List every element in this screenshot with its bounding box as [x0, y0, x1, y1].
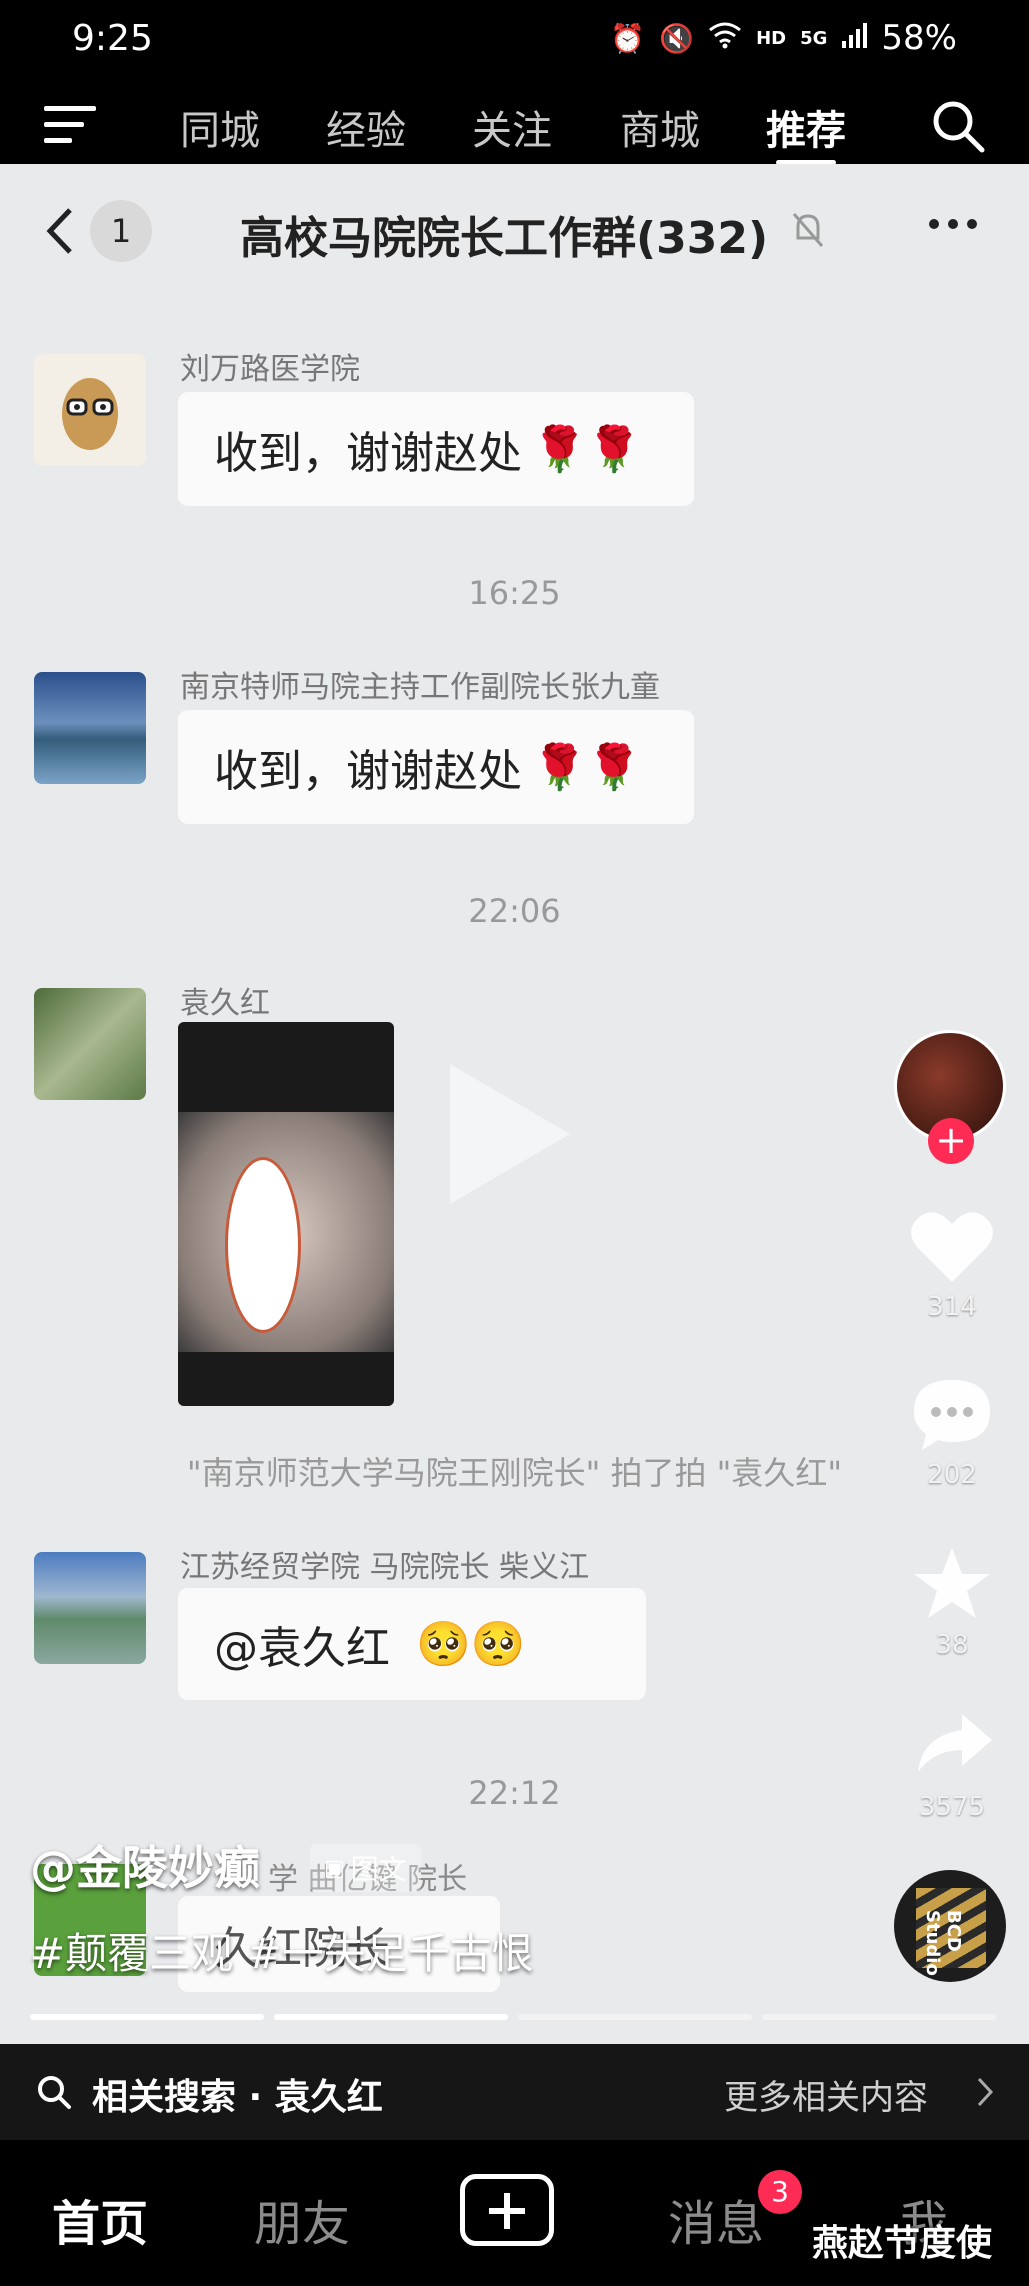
message-text: 收到，谢谢赵处 [214, 428, 522, 479]
progress-segment [274, 2014, 508, 2020]
create-post-button[interactable] [460, 2174, 554, 2246]
tab-guanzhu[interactable]: 关注 [472, 98, 552, 156]
back-icon [44, 206, 74, 260]
unread-count-badge: 1 [90, 200, 152, 262]
tab-jingyan[interactable]: 经验 [326, 98, 406, 156]
bottom-nav: 首页 朋友 消息 3 我 燕赵节度使 [0, 2140, 1029, 2286]
comment-count: 202 [927, 1460, 977, 1490]
tab-home[interactable]: 首页 [52, 2184, 148, 2254]
watermark: 燕赵节度使 [812, 2223, 993, 2264]
mute-bell-icon [790, 210, 826, 254]
hashtags[interactable]: #颠覆三观 #一失足千古恨 [30, 1920, 534, 1981]
status-bar: 9:25 ⏰ 🔇 HD 5G 58% [0, 0, 1029, 76]
post-type-badge: ▣ 图文 [310, 1844, 421, 1892]
music-disc[interactable]: BCD Studio [894, 1870, 1006, 1982]
system-notice: "南京师范大学马院王刚院长" 拍了拍 "袁久红" [186, 1454, 843, 1492]
sender-name: 江苏经贸学院 马院院长 柴义江 [180, 1550, 590, 1585]
video-thumbnail [178, 1022, 394, 1406]
tab-friends[interactable]: 朋友 [254, 2184, 350, 2254]
avatar [34, 988, 146, 1100]
message-bubble: @袁久红 🥺🥺 [178, 1588, 646, 1700]
timestamp: 22:06 [468, 892, 561, 930]
face-emoji: 🥺🥺 [416, 1619, 526, 1670]
like-count: 314 [927, 1292, 977, 1322]
progress-segment [518, 2014, 752, 2020]
search-icon[interactable] [930, 98, 986, 158]
tab-messages[interactable]: 消息 [668, 2184, 764, 2254]
tab-tongcheng[interactable]: 同城 [180, 98, 260, 156]
signal-icon [841, 18, 868, 58]
related-search-label: 相关搜索 · 袁久红 [92, 2068, 383, 2120]
more-icon [928, 216, 978, 235]
alarm-icon: ⏰ [610, 21, 646, 55]
author-handle[interactable]: @金陵妙癫 [30, 1832, 260, 1898]
status-time: 9:25 [72, 18, 153, 59]
related-keyword: 袁久红 [274, 2077, 383, 2118]
comment-icon[interactable] [910, 1376, 994, 1456]
post-image[interactable]: 1 高校马院院长工作群(332) 刘万路医学院 收到，谢谢赵处 🌹🌹 16:25… [0, 164, 1029, 2044]
hd-label: HD [756, 27, 787, 49]
related-search-bar[interactable]: 相关搜索 · 袁久红 更多相关内容 [0, 2044, 1029, 2140]
avatar [34, 1552, 146, 1664]
sender-name: 刘万路医学院 [180, 352, 360, 387]
status-icons: ⏰ 🔇 HD 5G 58% [610, 18, 957, 58]
related-prefix: 相关搜索 · [92, 2077, 275, 2118]
message-bubble: 收到，谢谢赵处 🌹🌹 [178, 392, 694, 506]
tab-shangcheng[interactable]: 商城 [620, 98, 700, 156]
share-count: 3575 [918, 1792, 986, 1822]
battery-level: 58% [881, 18, 957, 58]
music-label: BCD Studio [922, 1910, 964, 1976]
message-text: 收到，谢谢赵处 [214, 746, 522, 797]
follow-plus-icon[interactable]: + [928, 1118, 974, 1164]
rose-emoji: 🌹🌹 [532, 424, 642, 475]
favorite-count: 38 [935, 1630, 969, 1660]
progress-segment [762, 2014, 996, 2020]
menu-icon[interactable] [44, 106, 96, 148]
censor-blur [228, 1160, 298, 1330]
play-icon [450, 1064, 570, 1204]
top-nav: 同城 经验 关注 商城 推荐 [0, 76, 1029, 165]
message-bubble: 收到，谢谢赵处 🌹🌹 [178, 710, 694, 824]
tab-tuijian[interactable]: 推荐 [766, 98, 846, 156]
message-text: @袁久红 [214, 1623, 390, 1674]
heart-icon[interactable] [910, 1208, 994, 1288]
chevron-right-icon [976, 2076, 994, 2112]
chat-header: 1 高校马院院长工作群(332) [0, 164, 1029, 294]
post-type-label: 图文 [350, 1853, 407, 1886]
chat-title: 高校马院院长工作群(332) [240, 213, 769, 264]
timestamp: 22:12 [468, 1774, 561, 1812]
more-related-link[interactable]: 更多相关内容 [724, 2070, 928, 2119]
wifi-icon [708, 21, 742, 56]
sender-name: 袁久红 [180, 986, 270, 1021]
sender-name: 南京特师马院主持工作副院长张九童 [180, 670, 660, 705]
avatar [34, 354, 146, 466]
mute-icon: 🔇 [659, 21, 695, 55]
progress-segment [30, 2014, 264, 2020]
rose-emoji: 🌹🌹 [532, 742, 642, 793]
share-icon[interactable] [914, 1710, 994, 1780]
image-text-icon: ▣ [324, 1855, 345, 1881]
timestamp: 16:25 [468, 574, 561, 612]
star-icon[interactable] [912, 1546, 992, 1626]
5g-label: 5G [800, 27, 828, 49]
avatar [34, 672, 146, 784]
search-icon [36, 2074, 72, 2114]
messages-badge: 3 [758, 2170, 802, 2214]
